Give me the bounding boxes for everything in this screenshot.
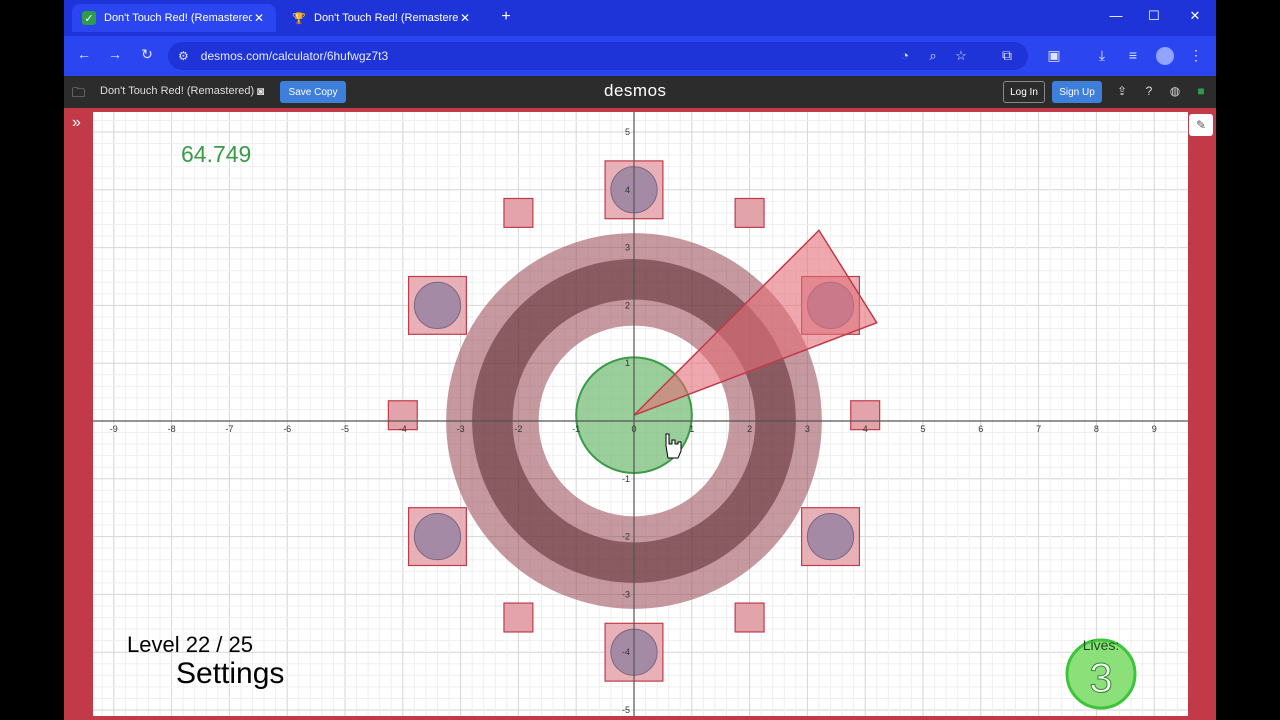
tab-inactive[interactable]: 🏆 Don't Touch Red! (Remastered) ✕ [282,4,482,32]
tab-strip: ✓ Don't Touch Red! (Remastered) ✕ 🏆 Don'… [64,0,1216,36]
maximize-icon[interactable]: ☐ [1142,8,1166,24]
trophy-icon: 🏆 [292,12,306,25]
x-tick-label: 2 [747,424,752,434]
close-icon[interactable]: ✕ [252,11,266,25]
url-text: desmos.com/calculator/6hufwgz7t3 [200,49,389,63]
tab-title: Don't Touch Red! (Remastered) [104,12,252,24]
x-tick-label: -8 [168,424,176,434]
zoom-icon[interactable]: ⌕ [924,48,942,64]
x-tick-label: -1 [572,424,580,434]
download-icon[interactable]: ⤓ [1092,47,1112,64]
hazard-small-square [503,197,534,228]
graph-canvas[interactable]: -9 -8 -7 -6 -5 -4 -3 -2 -1 0 1 2 3 4 5 6 7 8 9 5 4 3 2 1 -1 -2 -3 -… [93,112,1188,716]
new-tab-icon[interactable]: + [496,8,516,26]
sign-up-button[interactable]: Sign Up [1052,81,1102,103]
tab-search-icon[interactable]: ▣ [1044,47,1064,64]
site-info-icon[interactable]: ⚙ [178,49,189,63]
reload-icon[interactable]: ↻ [137,46,157,63]
close-window-icon[interactable]: ✕ [1183,8,1207,24]
hazard-circle [806,512,855,561]
profile-avatar[interactable] [1156,47,1174,65]
x-tick-label: 1 [689,424,694,434]
media-icon[interactable]: ≡ [1123,47,1143,63]
bookmark-star-icon[interactable]: ☆ [952,48,970,64]
tab-title: Don't Touch Red! (Remastered) [314,12,458,24]
y-tick-label: 2 [625,300,630,310]
lives-count: 3 [1089,654,1112,701]
screenshot-icon[interactable]: ◙ [257,84,264,98]
desmos-app-icon[interactable]: ■ [1193,84,1209,98]
graph-paper[interactable]: -9 -8 -7 -6 -5 -4 -3 -2 -1 0 1 2 3 4 5 6 7 8 9 5 4 3 2 1 -1 -2 -3 -… [93,112,1188,716]
y-tick-label: -4 [622,647,630,657]
x-tick-label: -9 [110,424,118,434]
wrench-icon[interactable]: ✎ [1189,114,1213,136]
share-icon[interactable]: ⇪ [1114,84,1130,98]
y-tick-label: 1 [625,358,630,368]
hazard-small-square [503,602,534,633]
extensions-icon[interactable]: ⧉ [997,47,1017,64]
back-icon[interactable]: ← [74,46,94,62]
help-icon[interactable]: ? [1141,84,1157,98]
performance-icon[interactable]: ◔ [896,48,914,63]
x-tick-label: 4 [863,424,868,434]
desmos-favicon-icon: ✓ [82,11,96,25]
y-tick-label: -5 [622,705,630,715]
desmos-logo: desmos [604,81,667,100]
close-icon[interactable]: ✕ [458,11,472,25]
hazard-circle [413,281,462,330]
y-tick-label: -3 [622,589,630,599]
language-icon[interactable]: ◍ [1167,84,1183,98]
x-tick-label: 0 [631,424,636,434]
x-tick-label: 8 [1094,424,1099,434]
graph-title[interactable]: Don't Touch Red! (Remastered) [100,85,254,97]
x-tick-label: -5 [341,424,349,434]
graph-area[interactable]: » ✎ -9 -8 -7 -6 -5 -4 -3 -2 -1 0 1 2 3 4 5 6 7 8 9 5 4 3 2 1 -1-… [64,108,1216,720]
x-tick-label: -7 [225,424,233,434]
x-tick-label: -4 [399,424,407,434]
y-tick-label: -2 [622,532,630,542]
x-tick-label: -2 [514,424,522,434]
lives-label: Lives: [1083,637,1120,653]
address-row: ← → ↻ ⚙ desmos.com/calculator/6hufwgz7t3… [64,36,1216,76]
y-tick-label: -1 [622,474,630,484]
hazard-circle [413,512,462,561]
y-tick-label: 4 [625,185,630,195]
level-indicator: Level 22 / 25 [127,632,253,657]
y-tick-label: 5 [625,127,630,137]
hazard-small-square [734,602,765,633]
x-tick-label: 3 [805,424,810,434]
x-tick-label: 5 [920,424,925,434]
settings-button[interactable]: Settings [176,657,284,690]
folder-icon[interactable]: 🗀 [72,84,85,106]
browser-window: ✓ Don't Touch Red! (Remastered) ✕ 🏆 Don'… [64,0,1216,720]
forward-icon[interactable]: → [105,46,125,62]
y-tick-label: 3 [625,243,630,253]
x-tick-label: 7 [1036,424,1041,434]
desmos-header: 🗀 Don't Touch Red! (Remastered) ◙ Save C… [64,76,1216,108]
hazard-small-square [734,197,765,228]
x-tick-label: -6 [283,424,291,434]
save-copy-button[interactable]: Save Copy [280,81,346,103]
x-tick-label: -3 [457,424,465,434]
expand-list-icon[interactable]: » [72,114,81,132]
log-in-button[interactable]: Log In [1003,81,1045,103]
x-tick-label: 9 [1152,424,1157,434]
minimize-icon[interactable]: — [1104,8,1128,23]
tab-active[interactable]: ✓ Don't Touch Red! (Remastered) ✕ [72,4,276,32]
menu-icon[interactable]: ⋮ [1186,47,1206,64]
x-tick-label: 6 [978,424,983,434]
timer-readout: 64.749 [181,141,251,167]
